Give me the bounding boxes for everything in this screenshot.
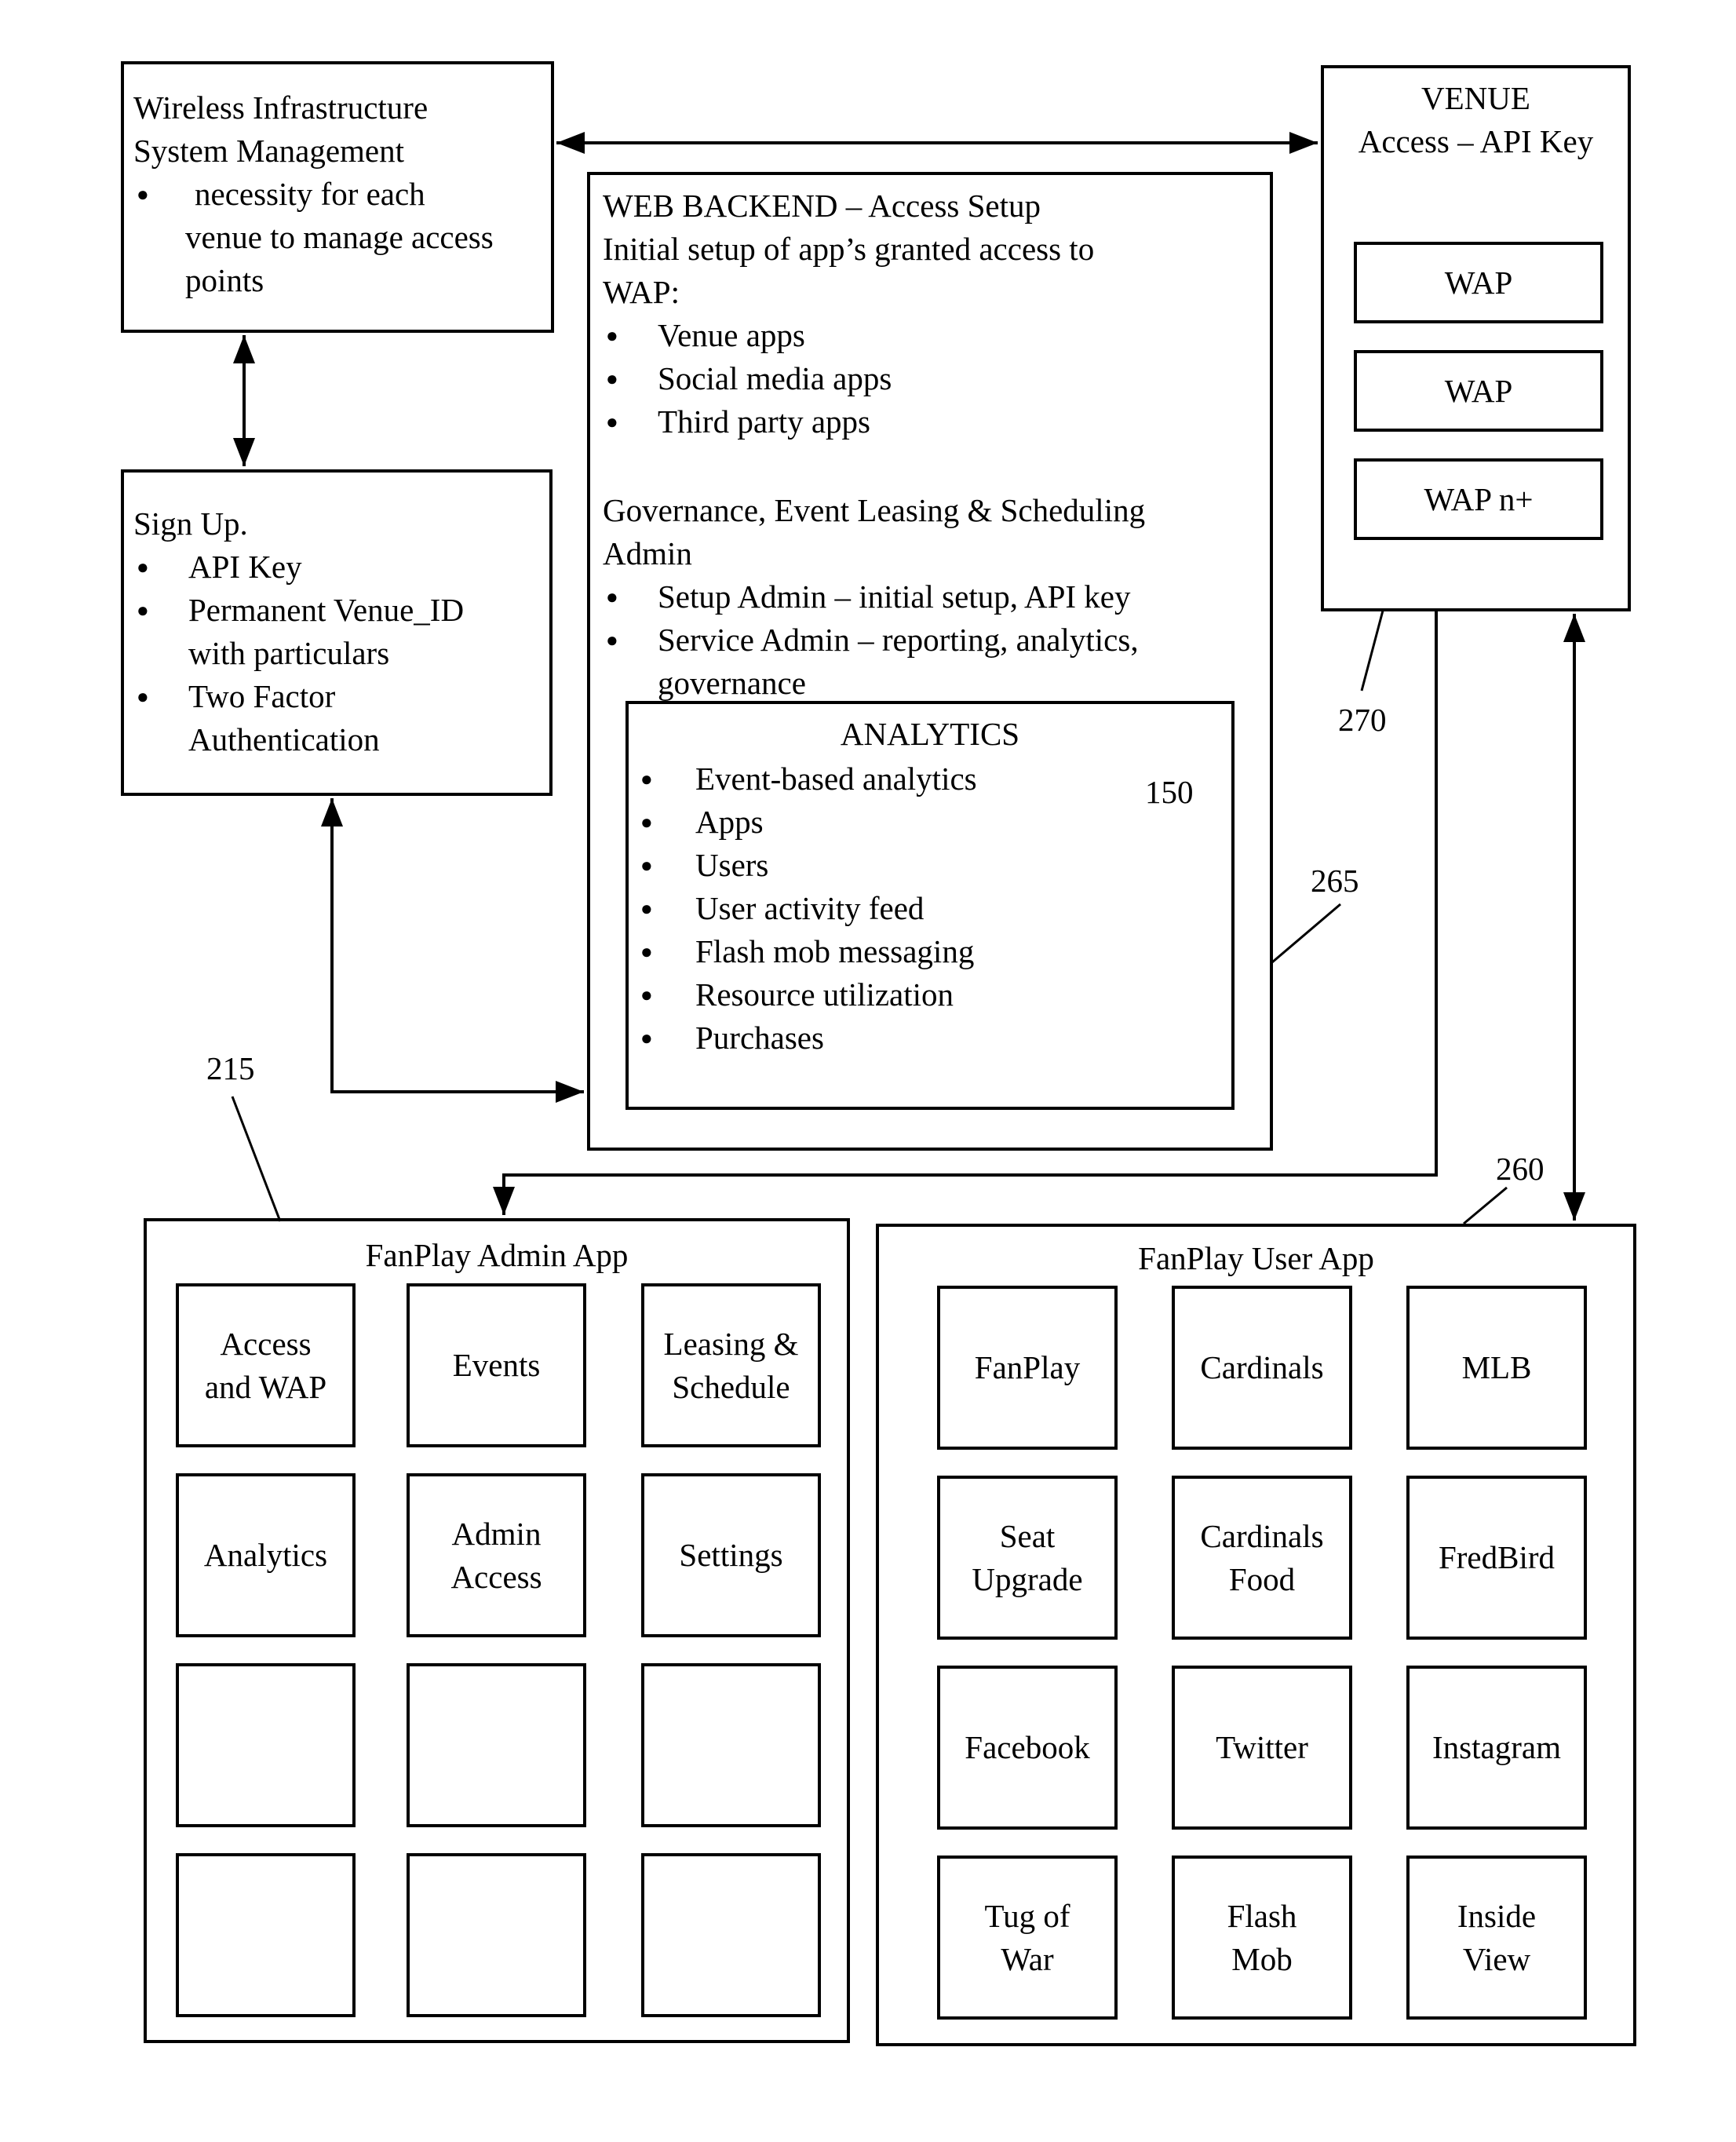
signup-title: Sign Up.	[133, 505, 248, 542]
admin-tile-empty-8[interactable]	[407, 1663, 586, 1827]
access-bullet: Venue apps	[603, 314, 892, 357]
wireless-bullet-line: necessity for each	[195, 176, 425, 212]
bullet-text: API Key	[188, 549, 302, 585]
admin-tile-leasing-schedule[interactable]: Leasing & Schedule	[641, 1283, 821, 1447]
bullet-text: Social media apps	[658, 360, 892, 396]
user-tile-fredbird[interactable]: FredBird	[1406, 1476, 1587, 1640]
venue-subtitle: Access – API Key	[1358, 123, 1594, 159]
admin-tile-empty-9[interactable]	[641, 1663, 821, 1827]
bullet-text: Users	[695, 847, 769, 883]
analytics-bullet: Resource utilization	[637, 973, 977, 1016]
access-bullet: Social media apps	[603, 357, 892, 400]
access-bullet-list: Venue apps Social media apps Third party…	[603, 314, 892, 443]
admin-tile-empty-12[interactable]	[641, 1853, 821, 2017]
wireless-bullet-line: points	[185, 262, 264, 298]
admin-app-title: FanPlay Admin App	[365, 1237, 629, 1273]
analytics-bullet: Event-based analytics	[637, 757, 977, 801]
ref-265: 265	[1311, 863, 1359, 899]
venue-title: VENUE	[1421, 80, 1530, 116]
admin-bullet-list: Setup Admin – initial setup, API key Ser…	[603, 575, 1139, 705]
web-backend-title: WEB BACKEND – Access Setup	[603, 188, 1041, 224]
user-tile-mlb[interactable]: MLB	[1406, 1286, 1587, 1450]
analytics-bullet: Purchases	[637, 1016, 977, 1060]
user-tile-flash-mob[interactable]: Flash Mob	[1172, 1856, 1352, 2020]
bullet-text: governance	[658, 665, 806, 701]
admin-tile-empty-11[interactable]	[407, 1853, 586, 2017]
ref-260: 260	[1496, 1151, 1545, 1187]
admin-tile-admin-access[interactable]: Admin Access	[407, 1473, 586, 1637]
ref-150: 150	[1145, 774, 1194, 810]
user-tile-tug-of-war[interactable]: Tug of War	[937, 1856, 1118, 2020]
analytics-bullet: User activity feed	[637, 887, 977, 930]
user-tile-twitter[interactable]: Twitter	[1172, 1666, 1352, 1830]
bullet-text: Venue apps	[658, 317, 805, 353]
signup-bullet-venue-id: Permanent Venue_IDwith particulars	[133, 589, 464, 675]
ref-270: 270	[1338, 702, 1387, 738]
bullet-text: Setup Admin – initial setup, API key	[658, 578, 1131, 615]
signup-bullet-api-key: API Key	[133, 546, 464, 589]
governance-heading-2: Admin	[603, 535, 692, 571]
bullet-text: Purchases	[695, 1020, 824, 1056]
bullet-text: Resource utilization	[695, 976, 954, 1013]
wireless-bullet-line: venue to manage access	[185, 219, 494, 255]
admin-tile-empty-10[interactable]	[176, 1853, 356, 2017]
user-tile-cardinals[interactable]: Cardinals	[1172, 1286, 1352, 1450]
leader-265	[1271, 903, 1341, 964]
access-bullet: Third party apps	[603, 400, 892, 443]
user-tile-fanplay[interactable]: FanPlay	[937, 1286, 1118, 1450]
bullet-text: Service Admin – reporting, analytics,	[658, 622, 1139, 658]
signup-bullet-2fa: Two Factor Authentication	[133, 675, 464, 761]
admin-tile-analytics[interactable]: Analytics	[176, 1473, 356, 1637]
analytics-bullet: Flash mob messaging	[637, 930, 977, 973]
user-tile-facebook[interactable]: Facebook	[937, 1666, 1118, 1830]
wireless-bullet-list: necessity for each venue to manage acces…	[133, 173, 494, 302]
analytics-bullet-list: Event-based analytics Apps Users User ac…	[637, 757, 977, 1060]
bullet-text: with particulars	[188, 635, 390, 671]
bullet-text: Event-based analytics	[695, 761, 977, 797]
wap-box-1: WAP	[1354, 242, 1603, 323]
bullet-text: Flash mob messaging	[695, 933, 975, 969]
admin-tile-access-and-wap[interactable]: Access and WAP	[176, 1283, 356, 1447]
user-tile-instagram[interactable]: Instagram	[1406, 1666, 1587, 1830]
wireless-title-line1: Wireless Infrastructure	[133, 89, 429, 126]
wireless-title-line2: System Management	[133, 133, 405, 169]
user-app-title: FanPlay User App	[1138, 1240, 1374, 1276]
bullet-text: User activity feed	[695, 890, 925, 926]
admin-tile-settings[interactable]: Settings	[641, 1473, 821, 1637]
admin-tile-empty-7[interactable]	[176, 1663, 356, 1827]
governance-heading-1: Governance, Event Leasing & Scheduling	[603, 492, 1146, 528]
ref-215: 215	[206, 1050, 255, 1086]
user-tile-inside-view[interactable]: Inside View	[1406, 1856, 1587, 2020]
wireless-bullet: necessity for each venue to manage acces…	[133, 173, 494, 302]
bullet-text: Third party apps	[658, 403, 870, 440]
arrow-signup-backend	[321, 798, 584, 1103]
admin-bullet-service: Service Admin – reporting, analytics, gov…	[603, 619, 1139, 705]
analytics-title: ANALYTICS	[840, 716, 1020, 752]
analytics-bullet: Apps	[637, 801, 977, 844]
analytics-bullet: Users	[637, 844, 977, 887]
admin-tile-events[interactable]: Events	[407, 1283, 586, 1447]
bullet-text: Authentication	[188, 721, 380, 757]
wap-box-2: WAP	[1354, 350, 1603, 432]
leader-270	[1360, 610, 1384, 691]
user-tile-cardinals-food[interactable]: Cardinals Food	[1172, 1476, 1352, 1640]
web-backend-subtitle-1: Initial setup of app’s granted access to	[603, 231, 1095, 267]
bullet-text: Two Factor	[188, 678, 336, 714]
leader-215	[231, 1096, 282, 1222]
web-backend-subtitle-2: WAP:	[603, 274, 680, 310]
leader-260	[1463, 1186, 1508, 1225]
wap-box-n: WAP n+	[1354, 458, 1603, 540]
bullet-text: Permanent Venue_ID	[188, 592, 465, 628]
bullet-text: Apps	[695, 804, 764, 840]
admin-bullet-setup: Setup Admin – initial setup, API key	[603, 575, 1139, 619]
signup-bullet-list: API Key Permanent Venue_IDwith particula…	[133, 546, 464, 761]
user-tile-seat-upgrade[interactable]: Seat Upgrade	[937, 1476, 1118, 1640]
